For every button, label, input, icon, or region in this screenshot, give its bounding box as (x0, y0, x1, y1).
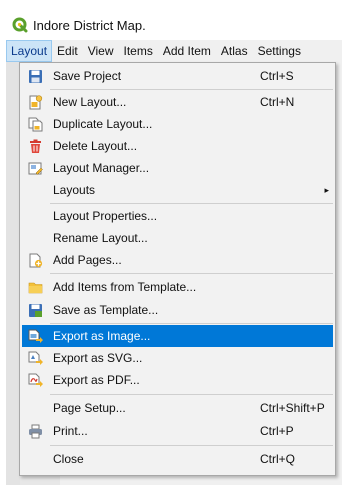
menu-item-label: Layout Manager... (53, 161, 150, 175)
menu-item-new-layout[interactable]: New Layout... Ctrl+N (22, 91, 333, 113)
menu-item-delete-layout[interactable]: Delete Layout... (22, 135, 333, 157)
menu-separator (50, 203, 333, 204)
menu-item-duplicate-layout[interactable]: Duplicate Layout... (22, 113, 333, 135)
menu-item-label: Save as Template... (53, 303, 159, 317)
menu-item-shortcut: Ctrl+Q (260, 452, 296, 466)
layout-manager-icon (27, 160, 43, 176)
menu-item-label: Export as PDF... (53, 373, 140, 387)
menu-item-label: Delete Layout... (53, 139, 138, 153)
menu-item-layouts-submenu[interactable]: Layouts ▸ (22, 179, 333, 201)
menu-item-label: Export as Image... (53, 329, 151, 343)
menu-item-label: Close (53, 452, 84, 466)
menu-item-label: Rename Layout... (53, 231, 148, 245)
menu-separator (50, 394, 333, 395)
menu-item-label: Page Setup... (53, 401, 126, 415)
layout-menu-dropdown: Save Project Ctrl+S New Layout... Ctrl+N (19, 62, 336, 476)
layout-window: Indore District Map. Layout Edit View It… (6, 10, 342, 485)
submenu-arrow-icon: ▸ (324, 184, 329, 195)
menu-item-label: Duplicate Layout... (53, 117, 153, 131)
window-title: Indore District Map. (33, 17, 146, 33)
menu-items[interactable]: Items (119, 40, 158, 62)
menu-item-add-pages[interactable]: Add Pages... (22, 249, 333, 271)
background-status-area (20, 476, 60, 485)
menu-item-export-as-image[interactable]: Export as Image... (22, 325, 333, 347)
menu-item-label: Layouts (53, 183, 96, 197)
menu-separator (50, 89, 333, 90)
duplicate-layout-icon (27, 116, 43, 132)
save-template-icon (27, 302, 43, 318)
qgis-logo-icon (12, 17, 28, 33)
menu-item-export-as-svg[interactable]: Export as SVG... (22, 347, 333, 369)
menu-item-close[interactable]: Close Ctrl+Q (22, 448, 333, 470)
menu-item-label: Print... (53, 424, 88, 438)
menu-item-rename-layout[interactable]: Rename Layout... (22, 227, 333, 249)
export-image-icon (27, 328, 43, 344)
menu-item-label: Add Items from Template... (53, 280, 197, 294)
menu-item-label: Save Project (53, 69, 122, 83)
menu-bar: Layout Edit View Items Add Item Atlas Se… (6, 40, 342, 62)
menu-view[interactable]: View (83, 40, 119, 62)
title-bar: Indore District Map. (6, 10, 342, 40)
menu-item-export-as-pdf[interactable]: Export as PDF... (22, 369, 333, 391)
trash-icon (27, 138, 43, 154)
menu-separator (50, 323, 333, 324)
menu-item-save-as-template[interactable]: Save as Template... (22, 299, 333, 321)
menu-item-shortcut: Ctrl+N (260, 95, 295, 109)
menu-item-add-items-from-template[interactable]: Add Items from Template... (22, 276, 333, 298)
menu-layout[interactable]: Layout (6, 40, 53, 62)
menu-item-shortcut: Ctrl+S (260, 69, 294, 83)
menu-separator (50, 445, 333, 446)
menu-item-page-setup[interactable]: Page Setup... Ctrl+Shift+P (22, 397, 333, 419)
menu-add-item[interactable]: Add Item (158, 40, 216, 62)
menu-edit[interactable]: Edit (52, 40, 83, 62)
save-icon (27, 68, 43, 84)
menu-item-print[interactable]: Print... Ctrl+P (22, 420, 333, 442)
menu-item-label: Layout Properties... (53, 209, 158, 223)
menu-item-layout-properties[interactable]: Layout Properties... (22, 205, 333, 227)
menu-item-label: Export as SVG... (53, 351, 143, 365)
folder-icon (27, 279, 43, 295)
menu-item-save-project[interactable]: Save Project Ctrl+S (22, 65, 333, 87)
menu-item-label: Add Pages... (53, 253, 122, 267)
menu-separator (50, 273, 333, 274)
menu-item-layout-manager[interactable]: Layout Manager... (22, 157, 333, 179)
add-pages-icon (27, 252, 43, 268)
printer-icon (27, 423, 43, 439)
export-pdf-icon (27, 372, 43, 388)
menu-item-label: New Layout... (53, 95, 127, 109)
menu-item-shortcut: Ctrl+P (260, 424, 294, 438)
export-svg-icon (27, 350, 43, 366)
menu-item-shortcut: Ctrl+Shift+P (260, 401, 325, 415)
menu-settings[interactable]: Settings (253, 40, 306, 62)
new-layout-icon (27, 94, 43, 110)
menu-atlas[interactable]: Atlas (216, 40, 253, 62)
